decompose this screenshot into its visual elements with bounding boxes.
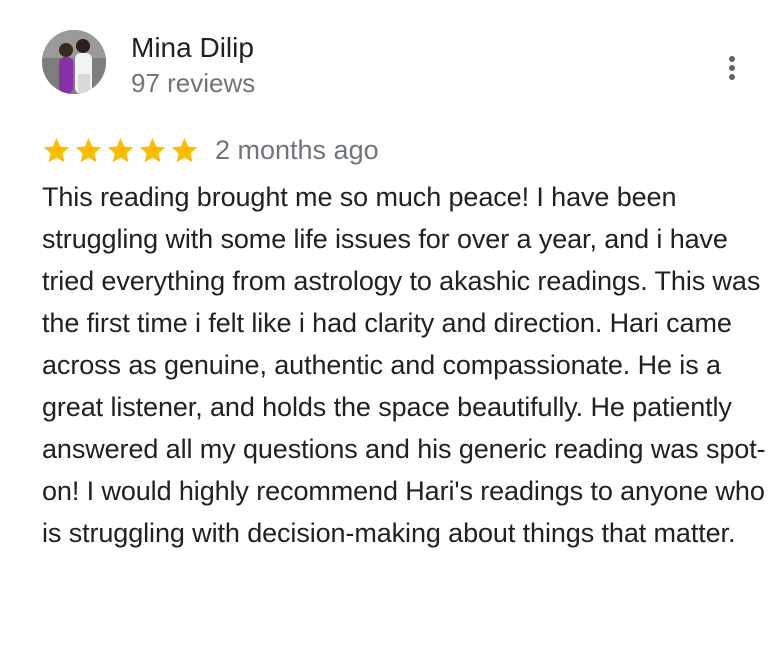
star-icon <box>139 137 166 162</box>
star-rating <box>42 136 199 165</box>
reviewer-photo-icon <box>42 30 106 94</box>
reviewer-avatar[interactable] <box>42 30 106 94</box>
review-date: 2 months ago <box>215 135 379 165</box>
star-icon <box>75 137 102 162</box>
star-icon <box>107 137 134 162</box>
star-icon <box>171 137 198 162</box>
review-card: Mina Dilip 97 reviews 2 months ago This … <box>0 0 784 662</box>
review-count[interactable]: 97 reviews <box>131 66 255 100</box>
star-icon <box>43 137 70 162</box>
more-vertical-icon <box>729 56 735 80</box>
reviewer-name[interactable]: Mina Dilip <box>131 30 254 66</box>
review-text: This reading brought me so much peace! I… <box>42 182 766 548</box>
more-options-button[interactable] <box>716 48 748 88</box>
rating-row: 2 months ago <box>42 132 379 168</box>
